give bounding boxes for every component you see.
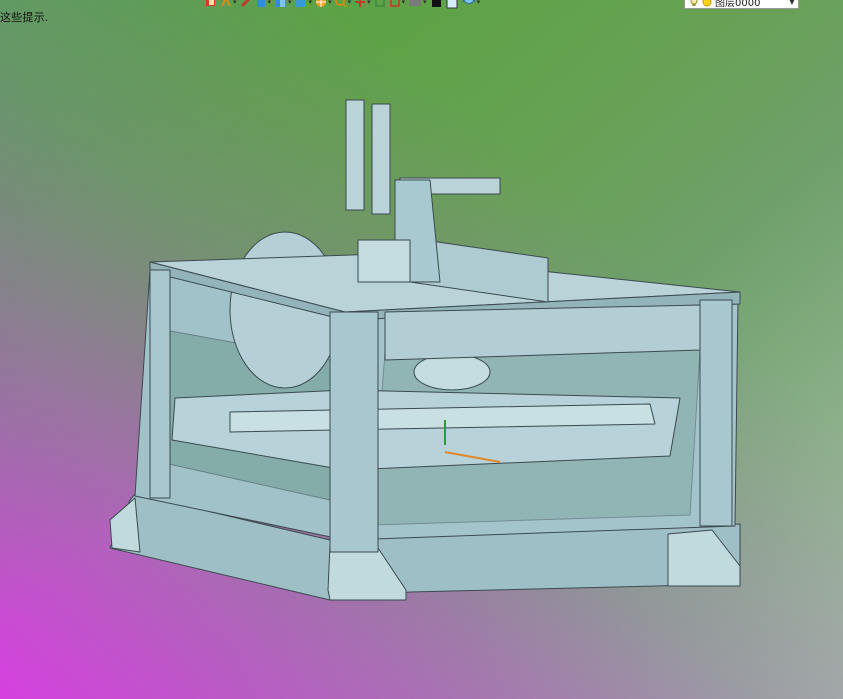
post-front <box>329 311 379 553</box>
section-icon[interactable]: ▾ <box>220 0 237 9</box>
layers-icon[interactable]: ▾ <box>461 0 480 9</box>
layer-select-dropdown[interactable]: 图层0000 ▼ <box>684 0 799 9</box>
cad-model-saw-table[interactable] <box>0 0 843 699</box>
crossbar-front <box>384 304 701 361</box>
black-square-icon[interactable] <box>430 0 442 9</box>
post-left <box>149 269 171 499</box>
graphics-viewport[interactable]: 这些提示. ▾ ▾ ▾ ▾ ▾ ▾ ▾ ▾ ▾ ▾ 图层0000 ▼ <box>0 0 843 699</box>
cylinder-2 <box>371 103 391 215</box>
sketch-icon[interactable] <box>374 0 386 9</box>
status-hint-text: 这些提示. <box>0 11 49 24</box>
sun-icon <box>702 0 712 6</box>
hide-show-icon[interactable]: ▾ <box>274 0 292 9</box>
heads-up-toolbar: ▾ ▾ ▾ ▾ ▾ ▾ ▾ ▾ ▾ ▾ <box>205 0 480 10</box>
base-foot-front-left <box>109 497 141 553</box>
scene-icon[interactable]: ▾ <box>315 0 332 9</box>
cylinder-1 <box>345 99 365 211</box>
chevron-down-icon[interactable]: ▼ <box>786 0 798 6</box>
lightbulb-icon <box>690 0 698 6</box>
edit-appearance-icon[interactable]: ▾ <box>295 0 312 9</box>
display-style-icon[interactable]: ▾ <box>255 0 271 9</box>
motor-housing <box>413 353 491 391</box>
view-orient-icon[interactable] <box>205 0 217 9</box>
post-right <box>699 299 733 527</box>
triad-icon[interactable]: ▾ <box>354 0 371 9</box>
rectangle-icon[interactable]: ▾ <box>389 0 405 9</box>
blue-square-icon[interactable] <box>445 0 459 9</box>
view-settings-icon[interactable]: ▾ <box>334 0 351 9</box>
printer-icon[interactable]: ▾ <box>408 0 427 9</box>
gearbox <box>357 239 411 283</box>
pen-icon[interactable] <box>240 0 252 9</box>
layer-label: 图层0000 <box>715 0 761 9</box>
